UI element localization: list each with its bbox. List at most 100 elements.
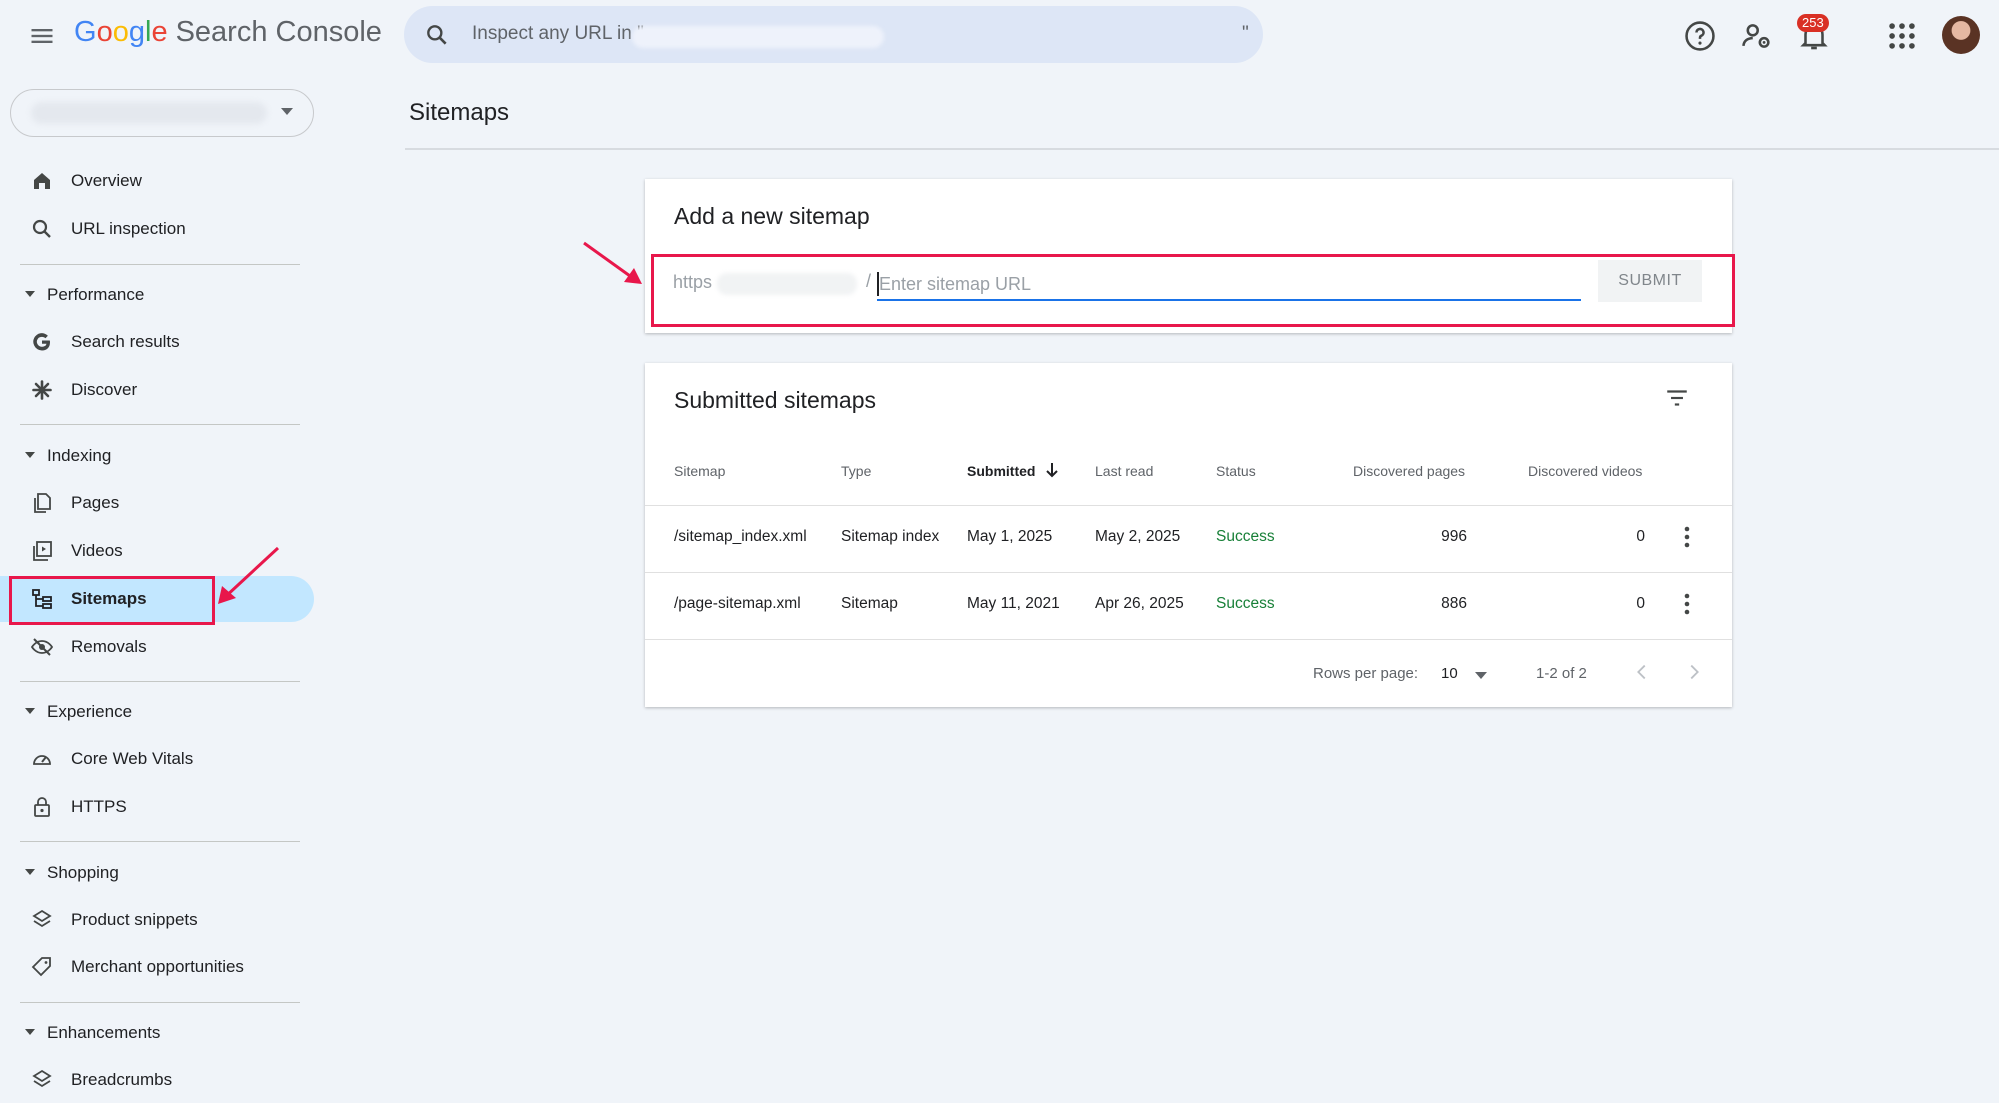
sidebar-item-label: Core Web Vitals: [71, 749, 194, 768]
product-name: Search Console: [175, 16, 382, 48]
red-arrow-annotation: [218, 546, 280, 604]
sidebar-item-label: HTTPS: [71, 797, 127, 816]
sidebar-item-label: Videos: [71, 541, 123, 560]
cell-type: Sitemap index: [841, 528, 940, 545]
sidebar-item-product-snippets[interactable]: Product snippets: [0, 897, 314, 943]
column-header-sitemap[interactable]: Sitemap: [674, 463, 725, 479]
cell-sitemap[interactable]: /page-sitemap.xml: [674, 595, 801, 613]
url-inspection-search[interactable]: Inspect any URL in " ": [404, 6, 1263, 63]
column-header-discovered-pages[interactable]: Discovered pages: [1353, 463, 1465, 479]
cell-last-read: May 2, 2025: [1095, 528, 1181, 545]
rows-per-page-select[interactable]: 10: [1441, 659, 1501, 689]
title-divider: [405, 148, 1999, 150]
cell-discovered-pages: 996: [1441, 528, 1467, 545]
page-title: Sitemaps: [409, 99, 510, 126]
table-row[interactable]: /page-sitemap.xml Sitemap May 11, 2021 A…: [645, 573, 1732, 639]
google-g-icon: [33, 333, 50, 351]
layers-icon: [32, 909, 52, 928]
cell-discovered-videos: 0: [1636, 528, 1645, 545]
sidebar-item-label: Search results: [71, 332, 180, 351]
card-title: Submitted sitemaps: [674, 387, 876, 413]
column-header-last-read[interactable]: Last read: [1095, 463, 1153, 479]
sidebar-item-https[interactable]: HTTPS: [0, 784, 314, 830]
expand-triangle-icon: [25, 708, 35, 714]
sidebar-item-merchant-opportunities[interactable]: Merchant opportunities: [0, 944, 314, 990]
section-label: Experience: [47, 702, 133, 721]
column-header-submitted[interactable]: Submitted: [967, 463, 1035, 479]
top-app-bar: Google Search Console Inspect any URL in …: [0, 0, 1999, 72]
sidebar-item-core-web-vitals[interactable]: Core Web Vitals: [0, 736, 314, 782]
cell-discovered-videos: 0: [1636, 595, 1645, 612]
cell-type: Sitemap: [841, 595, 898, 612]
column-header-discovered-videos[interactable]: Discovered videos: [1528, 463, 1642, 479]
sidebar-item-label: Discover: [71, 380, 138, 399]
sidebar-item-breadcrumbs[interactable]: Breadcrumbs: [0, 1057, 314, 1103]
chevron-down-icon: [281, 108, 293, 115]
help-icon[interactable]: [1683, 19, 1717, 53]
expand-triangle-icon: [25, 452, 35, 458]
sidebar-divider: [20, 424, 300, 425]
settings-user-icon[interactable]: [1740, 19, 1774, 53]
property-selector[interactable]: [10, 89, 314, 137]
chevron-right-icon[interactable]: [1683, 661, 1705, 683]
sidebar-item-url-inspection[interactable]: URL inspection: [0, 206, 314, 252]
sidebar-item-removals[interactable]: Removals: [0, 624, 314, 670]
more-options-icon[interactable]: [1677, 590, 1697, 618]
search-placeholder: Inspect any URL in ": [472, 23, 644, 44]
pagination-range: 1-2 of 2: [1536, 665, 1587, 682]
sidebar-item-discover[interactable]: Discover: [0, 367, 314, 413]
sort-descending-icon[interactable]: [1043, 460, 1061, 480]
chevron-down-icon: [1475, 672, 1487, 679]
sidebar-divider: [20, 1002, 300, 1003]
sidebar-item-label: Product snippets: [71, 910, 198, 929]
cell-discovered-pages: 886: [1441, 595, 1467, 612]
expand-triangle-icon: [25, 869, 35, 875]
eye-off-icon: [30, 638, 54, 656]
submitted-sitemaps-card: Submitted sitemaps Sitemap Type Submitte…: [645, 363, 1732, 707]
sidebar-divider: [20, 841, 300, 842]
rows-per-page-label: Rows per page:: [1313, 665, 1419, 682]
search-placeholder-end: ": [1242, 23, 1249, 44]
account-avatar[interactable]: [1942, 16, 1980, 54]
cell-submitted: May 11, 2021: [967, 595, 1060, 612]
pages-icon: [34, 493, 51, 513]
column-header-type[interactable]: Type: [841, 463, 871, 479]
cell-sitemap[interactable]: /sitemap_index.xml: [674, 528, 807, 546]
asterisk-icon: [32, 380, 52, 400]
cell-status: Success: [1216, 528, 1275, 545]
apps-grid-icon[interactable]: [1885, 19, 1919, 53]
sidebar-item-pages[interactable]: Pages: [0, 480, 314, 526]
chevron-left-icon[interactable]: [1631, 661, 1653, 683]
input-highlight-box: [651, 254, 1735, 327]
cell-submitted: May 1, 2025: [967, 528, 1053, 545]
sidebar-divider: [20, 681, 300, 682]
expand-triangle-icon: [25, 1029, 35, 1035]
section-enhancements[interactable]: Enhancements: [0, 1013, 314, 1053]
video-icon: [33, 541, 52, 561]
sidebar-item-overview[interactable]: Overview: [0, 158, 314, 204]
sidebar-item-search-results[interactable]: Search results: [0, 319, 314, 365]
section-label: Enhancements: [47, 1023, 161, 1042]
app-logo[interactable]: Google Search Console: [74, 16, 382, 49]
layers-icon: [32, 1069, 52, 1088]
sidebar-item-label: Overview: [71, 171, 142, 190]
section-performance[interactable]: Performance: [0, 275, 314, 315]
column-header-status[interactable]: Status: [1216, 463, 1256, 479]
section-indexing[interactable]: Indexing: [0, 436, 314, 476]
section-shopping[interactable]: Shopping: [0, 853, 314, 893]
google-wordmark: Google: [74, 16, 168, 48]
tag-icon: [31, 957, 51, 977]
redacted-property-url: [632, 26, 884, 48]
section-label: Indexing: [47, 446, 112, 465]
sitemaps-highlight-box: [9, 576, 215, 625]
gauge-icon: [33, 755, 51, 765]
filter-icon[interactable]: [1662, 385, 1692, 411]
table-divider: [645, 639, 1732, 640]
cell-status: Success: [1216, 595, 1275, 612]
search-icon: [427, 25, 447, 45]
more-options-icon[interactable]: [1677, 523, 1697, 551]
section-experience[interactable]: Experience: [0, 692, 314, 732]
redacted-property-name: [31, 102, 267, 124]
menu-icon[interactable]: [28, 22, 56, 50]
table-row[interactable]: /sitemap_index.xml Sitemap index May 1, …: [645, 506, 1732, 572]
